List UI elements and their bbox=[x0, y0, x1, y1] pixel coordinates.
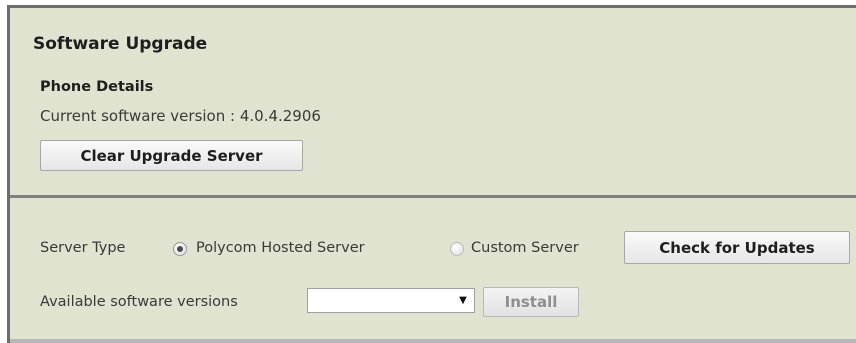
check-for-updates-button[interactable]: Check for Updates bbox=[624, 231, 850, 264]
chevron-down-icon: ▼ bbox=[459, 295, 467, 306]
available-software-versions-label: Available software versions bbox=[40, 294, 238, 310]
section-divider bbox=[10, 195, 856, 198]
polycom-hosted-server-radio[interactable] bbox=[173, 242, 187, 256]
panel-title: Software Upgrade bbox=[33, 34, 208, 54]
software-upgrade-panel: Software Upgrade Phone Details Current s… bbox=[7, 5, 856, 343]
custom-server-label[interactable]: Custom Server bbox=[471, 240, 579, 256]
current-software-version: Current software version : 4.0.4.2906 bbox=[40, 107, 321, 125]
polycom-hosted-server-label[interactable]: Polycom Hosted Server bbox=[196, 240, 365, 256]
custom-server-radio[interactable] bbox=[450, 242, 464, 256]
clear-upgrade-server-button[interactable]: Clear Upgrade Server bbox=[40, 140, 303, 171]
server-type-label: Server Type bbox=[40, 240, 126, 256]
software-version-select[interactable]: ▼ bbox=[307, 288, 475, 313]
panel-bottom-border bbox=[10, 339, 856, 343]
radio-selected-dot bbox=[177, 246, 183, 252]
phone-details-heading: Phone Details bbox=[40, 79, 154, 95]
install-button[interactable]: Install bbox=[483, 287, 579, 317]
